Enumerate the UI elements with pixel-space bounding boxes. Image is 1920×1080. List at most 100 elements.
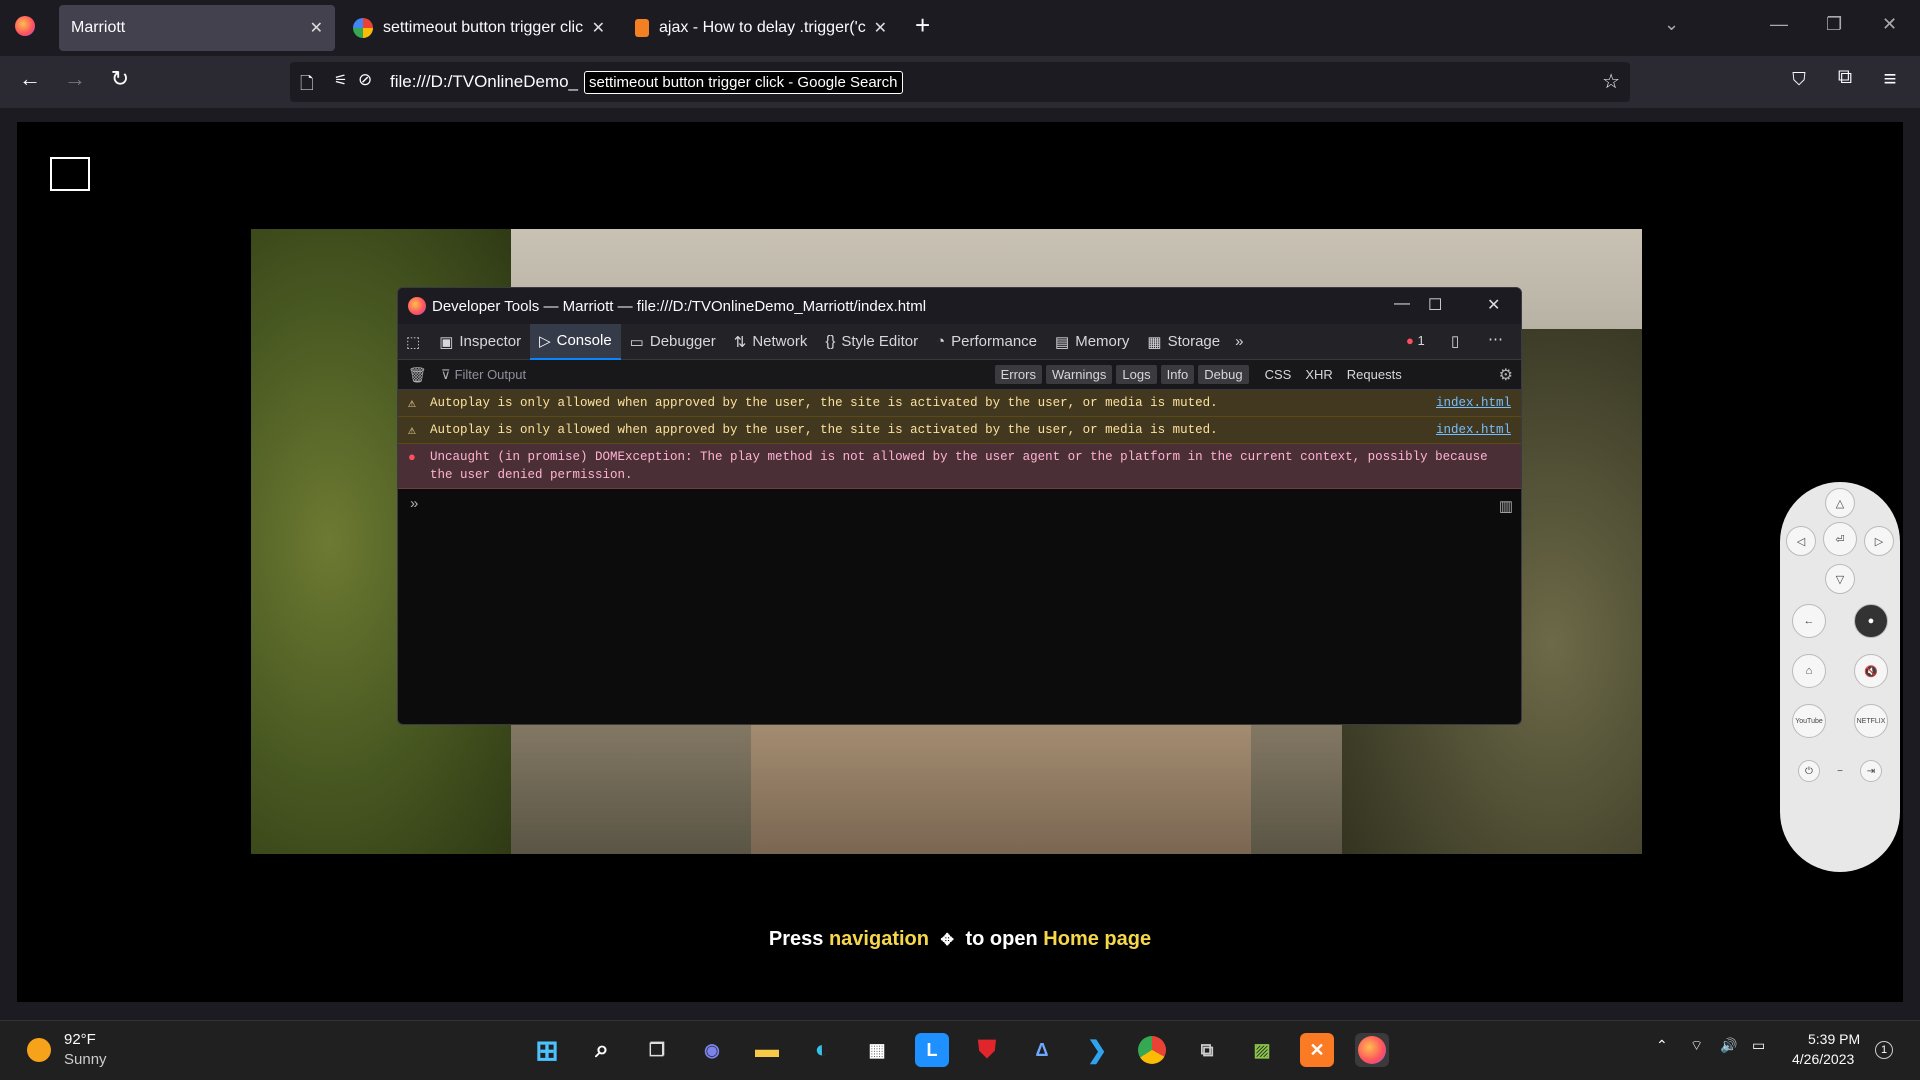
filter-warnings[interactable]: Warnings (1045, 365, 1113, 384)
permissions-icon[interactable]: ⚟ (334, 71, 347, 89)
search-icon[interactable]: ⌕ (585, 1033, 619, 1067)
firefox-icon (408, 297, 426, 315)
storage-icon: ▦ (1147, 333, 1162, 351)
xampp-icon[interactable]: ✕ (1300, 1033, 1334, 1067)
filter-errors[interactable]: Errors (994, 365, 1042, 384)
console-input[interactable]: » (398, 489, 1521, 518)
back-arrow-icon[interactable]: ← (14, 66, 46, 92)
tab-inspector[interactable]: ▣ Inspector (430, 324, 530, 360)
microsoft-store-icon[interactable]: ▦ (860, 1033, 894, 1067)
clock-date[interactable]: 4/26/2023 (1792, 1051, 1854, 1067)
back-button[interactable]: ← (1792, 604, 1826, 638)
tab-performance[interactable]: ◔ Performance (927, 324, 1046, 360)
filter-debug[interactable]: Debug (1198, 365, 1249, 384)
start-windows-icon[interactable]: ⊞ (530, 1033, 564, 1067)
notification-badge[interactable]: 1 (1875, 1041, 1893, 1059)
vscode-icon[interactable]: ❯ (1080, 1033, 1114, 1067)
error-badge[interactable]: ● 1 (1406, 333, 1425, 348)
power-button[interactable]: ⏻ (1798, 760, 1820, 782)
chrome-icon[interactable] (1135, 1033, 1169, 1067)
editor-mode-icon[interactable]: ▥ (1499, 497, 1513, 515)
element-picker-icon[interactable]: ⬚ (406, 333, 420, 351)
tracking-protection-icon[interactable]: ⊘ (358, 70, 372, 90)
filter-requests[interactable]: Requests (1347, 367, 1402, 382)
left-arrow-icon[interactable]: ◁ (1786, 526, 1816, 556)
filter-output-input[interactable]: Filter Output (455, 367, 995, 382)
file-explorer-icon[interactable]: ▬ (750, 1033, 784, 1067)
tab-console[interactable]: ▷ Console (530, 323, 621, 360)
edge-icon[interactable]: ◐ (805, 1033, 839, 1067)
message-source-link[interactable]: index.html (1436, 394, 1511, 412)
devtools-window: Developer Tools — Marriott — file:///D:/… (397, 287, 1522, 725)
filter-logs[interactable]: Logs (1116, 365, 1157, 384)
mcafee-icon[interactable]: ⛊ (970, 1033, 1004, 1067)
firefox-taskbar-icon[interactable] (1355, 1033, 1389, 1067)
reload-icon[interactable]: ↻ (104, 66, 136, 92)
clock-time[interactable]: 5:39 PM (1808, 1031, 1860, 1047)
error-icon: ● (1406, 333, 1414, 348)
down-arrow-icon[interactable]: ▽ (1825, 564, 1855, 594)
tab-network[interactable]: ⇅ Network (725, 324, 817, 360)
volume-button[interactable]: − (1829, 760, 1851, 782)
filter-css[interactable]: CSS (1265, 367, 1292, 382)
up-arrow-icon[interactable]: △ (1825, 488, 1855, 518)
message-source-link[interactable]: index.html (1436, 421, 1511, 439)
extensions-icon[interactable]: ⧉ (1829, 66, 1861, 89)
close-icon[interactable]: ✕ (874, 18, 887, 38)
close-icon[interactable]: ✕ (592, 18, 605, 38)
l-app-icon[interactable]: L (915, 1033, 949, 1067)
ok-button[interactable]: ⏎ (1823, 522, 1857, 556)
hint-navigation: navigation (828, 928, 929, 950)
menu-hamburger-icon[interactable]: ≡ (1874, 66, 1906, 92)
tab-storage[interactable]: ▦ Storage (1138, 324, 1229, 360)
pocket-icon[interactable]: ⛉ (1783, 69, 1815, 90)
tab-marriott[interactable]: Marriott ✕ (59, 5, 335, 51)
maximize-icon[interactable]: ☐ (1428, 295, 1442, 315)
volume-icon[interactable]: 🔊 (1720, 1037, 1737, 1054)
tab-stackoverflow[interactable]: ajax - How to delay .trigger('cli ✕ (623, 5, 899, 51)
tab-style-editor[interactable]: {} Style Editor (816, 324, 927, 360)
tab-debugger[interactable]: ▭ Debugger (621, 324, 725, 360)
console-message: ● Uncaught (in promise) DOMException: Th… (398, 444, 1521, 489)
right-arrow-icon[interactable]: ▷ (1864, 526, 1894, 556)
more-tools-chevron-icon[interactable]: » (1235, 333, 1243, 350)
tab-google-search[interactable]: settimeout button trigger click ✕ (341, 5, 617, 51)
close-icon[interactable]: ✕ (1487, 295, 1500, 315)
filter-xhr[interactable]: XHR (1305, 367, 1332, 382)
network-app-icon[interactable]: ⧉ (1190, 1033, 1224, 1067)
weather-sun-icon[interactable] (27, 1038, 51, 1062)
input-button[interactable]: ⇥ (1860, 760, 1882, 782)
app-a-icon[interactable]: Δ (1025, 1033, 1059, 1067)
filter-info[interactable]: Info (1160, 365, 1195, 384)
close-icon[interactable]: ✕ (310, 18, 323, 38)
settings-gear-icon[interactable]: ⚙ (1499, 365, 1513, 385)
new-tab-button[interactable]: + (915, 10, 930, 41)
minimize-icon[interactable]: — (1770, 14, 1788, 35)
address-bar[interactable]: 🗋 ⚟ ⊘ file:///D:/TVOnlineDemo_ settimeou… (290, 62, 1630, 102)
task-view-icon[interactable]: ❐ (640, 1033, 674, 1067)
more-options-icon[interactable]: ⋯ (1488, 330, 1503, 348)
bookmark-star-icon[interactable]: ☆ (1602, 69, 1620, 94)
minimize-icon[interactable]: — (1394, 295, 1410, 313)
close-window-icon[interactable]: ✕ (1882, 14, 1897, 35)
tab-title: ajax - How to delay .trigger('cli (659, 19, 866, 36)
trash-icon[interactable]: 🗑 (408, 366, 427, 384)
youtube-button[interactable]: YouTube (1792, 704, 1826, 738)
assistant-button[interactable]: ● (1854, 604, 1888, 638)
home-button[interactable]: ⌂ (1792, 654, 1826, 688)
teams-chat-icon[interactable]: ◉ (695, 1033, 729, 1067)
image-editor-icon[interactable]: ▨ (1245, 1033, 1279, 1067)
wifi-icon[interactable]: ⌔ (1690, 1037, 1703, 1055)
tab-memory[interactable]: ▤ Memory (1046, 324, 1138, 360)
forward-arrow-icon[interactable]: → (59, 66, 91, 92)
battery-icon[interactable]: ▭ (1752, 1037, 1765, 1054)
mute-button[interactable]: 🔇 (1854, 654, 1888, 688)
dock-options-icon[interactable]: ▯ (1451, 332, 1459, 350)
netflix-button[interactable]: NETFLIX (1854, 704, 1888, 738)
firefox-icon[interactable] (15, 16, 35, 36)
tab-label: Style Editor (841, 333, 919, 350)
show-hidden-icons-chevron[interactable]: ⌃ (1656, 1037, 1668, 1054)
video-path (751, 719, 1251, 854)
list-all-tabs-icon[interactable]: ⌄ (1664, 14, 1679, 35)
restore-icon[interactable]: ❐ (1826, 14, 1842, 35)
